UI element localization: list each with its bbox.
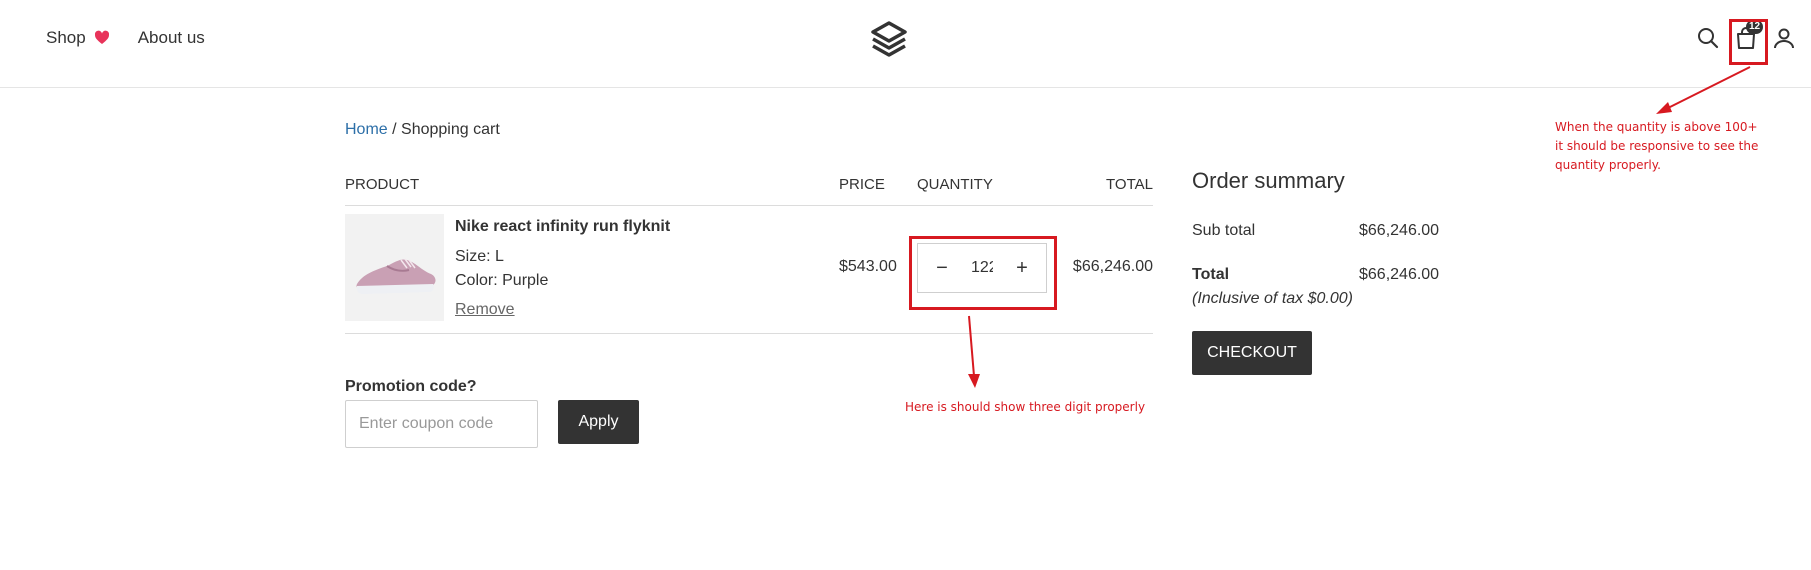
search-icon[interactable]	[1696, 26, 1720, 50]
site-header: Shop About us 12	[0, 0, 1811, 88]
tax-note: (Inclusive of tax $0.00)	[1192, 290, 1353, 307]
cart-note-line-2: it should be responsive to see the	[1555, 139, 1759, 153]
checkout-button[interactable]: CHECKOUT	[1192, 331, 1312, 375]
coupon-input[interactable]: Enter coupon code	[345, 400, 538, 448]
breadcrumb: Home / Shopping cart	[345, 121, 500, 139]
promo-label: Promotion code?	[345, 378, 477, 395]
breadcrumb-current: Shopping cart	[401, 121, 500, 138]
header-total: TOTAL	[1106, 176, 1153, 193]
cart-arrowhead	[1656, 102, 1672, 114]
header-product: PRODUCT	[345, 176, 420, 193]
cart-note-line-3: quantity properly.	[1555, 158, 1661, 172]
cart-highlight-box	[1729, 19, 1768, 65]
table-header: PRODUCT PRICE QUANTITY TOTAL	[345, 168, 1153, 206]
nav-shop-label: Shop	[46, 28, 86, 47]
cart-annotation-note: When the quantity is above 100+ it shoul…	[1555, 118, 1758, 175]
line-total: $66,246.00	[1072, 258, 1153, 275]
order-summary-title: Order summary	[1192, 168, 1345, 193]
sneaker-image	[356, 258, 436, 294]
quantity-arrowhead	[968, 374, 980, 388]
quantity-annotation-note: Here is should show three digit properly	[905, 400, 1146, 414]
subtotal-value: $66,246.00	[1359, 222, 1440, 239]
user-icon[interactable]	[1772, 26, 1796, 50]
main-nav: Shop About us	[46, 28, 205, 48]
subtotal-label: Sub total	[1192, 222, 1256, 239]
header-quantity: QUANTITY	[917, 176, 993, 193]
header-price: PRICE	[839, 176, 885, 193]
breadcrumb-home[interactable]: Home	[345, 121, 388, 138]
nav-shop[interactable]: Shop	[46, 28, 110, 48]
product-size: Size: L	[455, 248, 504, 265]
heart-icon	[94, 30, 109, 44]
nav-about-label: About us	[137, 28, 205, 47]
breadcrumb-separator: /	[387, 121, 402, 138]
product-price: $543.00	[839, 258, 897, 275]
remove-link[interactable]: Remove	[455, 301, 515, 319]
product-image[interactable]	[345, 214, 444, 321]
product-color: Color: Purple	[455, 272, 549, 289]
apply-button[interactable]: Apply	[558, 400, 639, 444]
nav-about-us[interactable]: About us	[138, 28, 205, 48]
cart-note-line-1: When the quantity is above 100+	[1555, 120, 1758, 134]
total-value: $66,246.00	[1359, 266, 1440, 283]
product-name[interactable]: Nike react infinity run flyknit	[455, 218, 670, 236]
quantity-highlight-box	[909, 236, 1057, 310]
brand-logo[interactable]	[868, 20, 910, 62]
total-label: Total	[1192, 266, 1230, 283]
